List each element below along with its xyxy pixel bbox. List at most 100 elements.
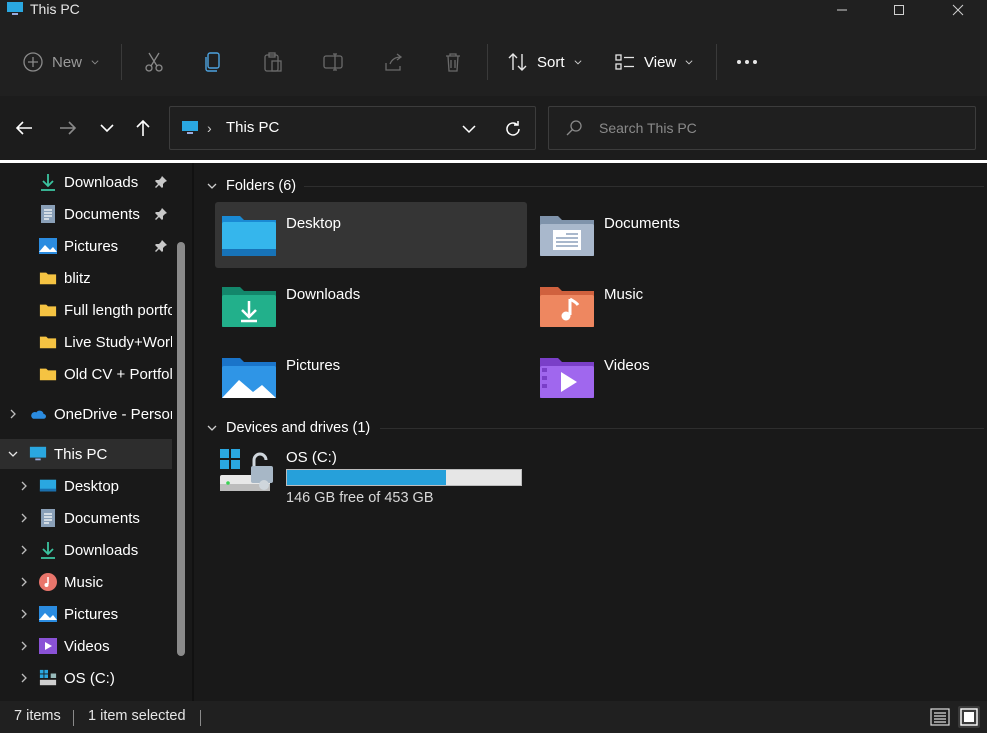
sidebar-item-blitz[interactable]: blitz xyxy=(0,263,172,293)
folders-group-header[interactable]: Folders (6) xyxy=(206,178,296,194)
folder-tile-desktop[interactable]: Desktop xyxy=(215,202,527,268)
pc-icon xyxy=(7,2,23,15)
downloads-folder-icon xyxy=(222,287,276,327)
details-view-button[interactable] xyxy=(929,706,951,728)
command-bar: New Sort View xyxy=(0,22,987,96)
pictures-icon xyxy=(38,236,58,256)
sort-icon xyxy=(508,53,527,71)
tiles-view-button[interactable] xyxy=(958,706,980,728)
maximize-button[interactable] xyxy=(876,0,922,20)
sidebar-item-live-study-work[interactable]: Live Study+Work xyxy=(0,327,172,357)
chevron-down-icon xyxy=(207,183,217,189)
refresh-icon[interactable] xyxy=(503,119,523,139)
sidebar-item-pc-videos[interactable]: Videos xyxy=(0,631,172,661)
selection-count: 1 item selected xyxy=(88,708,186,724)
pictures-folder-icon xyxy=(222,358,276,398)
minimize-button[interactable] xyxy=(819,0,865,20)
close-button[interactable] xyxy=(935,0,981,20)
sidebar-item-onedrive[interactable]: OneDrive - Personal xyxy=(0,399,172,429)
share-button[interactable] xyxy=(382,42,404,82)
more-icon xyxy=(737,60,757,64)
chevron-down-icon xyxy=(685,60,693,65)
trash-icon xyxy=(446,53,460,72)
sort-button[interactable]: Sort xyxy=(507,42,583,82)
delete-button[interactable] xyxy=(442,42,464,82)
folder-tile-music[interactable]: Music xyxy=(533,273,845,339)
drive-tile-os-c[interactable]: OS (C:) 146 GB free of 453 GB xyxy=(214,446,534,516)
chevron-right-icon[interactable] xyxy=(18,480,30,492)
chevron-down-icon xyxy=(207,425,217,431)
drive-free-space: 146 GB free of 453 GB xyxy=(286,490,434,506)
address-row: › This PC Search This PC xyxy=(0,96,987,160)
folder-tile-documents[interactable]: Documents xyxy=(533,202,845,268)
folder-tile-pictures[interactable]: Pictures xyxy=(215,344,527,410)
details-view-icon xyxy=(930,708,950,726)
copy-icon xyxy=(205,52,220,72)
chevron-right-icon[interactable] xyxy=(7,408,19,420)
chevron-right-icon[interactable] xyxy=(18,576,30,588)
chevron-right-icon[interactable] xyxy=(18,640,30,652)
new-button[interactable]: New xyxy=(22,42,100,82)
chevron-down-icon[interactable] xyxy=(7,448,19,460)
sort-label: Sort xyxy=(537,53,565,71)
arrow-up-icon xyxy=(136,119,150,136)
chevron-right-icon[interactable] xyxy=(18,512,30,524)
chevron-down-icon xyxy=(100,124,114,133)
sidebar-item-pc-downloads[interactable]: Downloads xyxy=(0,535,172,565)
rename-button[interactable] xyxy=(322,42,344,82)
paste-button[interactable] xyxy=(262,42,284,82)
folder-icon xyxy=(38,300,58,320)
chevron-right-icon[interactable] xyxy=(18,608,30,620)
sidebar-scrollbar[interactable] xyxy=(177,242,185,656)
drives-group-header[interactable]: Devices and drives (1) xyxy=(206,420,370,436)
recent-locations-button[interactable] xyxy=(95,116,119,140)
chevron-right-icon[interactable] xyxy=(18,544,30,556)
drive-usage-bar xyxy=(286,469,522,486)
group-divider xyxy=(380,428,984,429)
copy-button[interactable] xyxy=(202,42,224,82)
documents-icon xyxy=(38,508,58,528)
search-input[interactable]: Search This PC xyxy=(548,106,976,150)
chevron-right-icon[interactable] xyxy=(18,672,30,684)
navigation-pane: Downloads Documents Pictures blitz Full … xyxy=(0,163,192,701)
chevron-down-icon xyxy=(91,60,99,65)
sidebar-item-full-length-portfolio[interactable]: Full length portfolio xyxy=(0,295,172,325)
pc-icon xyxy=(182,121,198,134)
address-bar[interactable]: › This PC xyxy=(169,106,536,150)
drive-icon xyxy=(220,449,273,491)
up-button[interactable] xyxy=(131,116,155,140)
arrow-right-icon xyxy=(60,121,77,135)
sidebar-item-downloads[interactable]: Downloads xyxy=(0,167,172,197)
clipboard-icon xyxy=(264,52,282,72)
search-placeholder: Search This PC xyxy=(599,120,697,136)
sidebar-item-pc-music[interactable]: Music xyxy=(0,567,172,597)
chevron-down-icon[interactable] xyxy=(460,120,478,138)
videos-folder-icon xyxy=(540,358,594,398)
drive-icon xyxy=(38,668,58,688)
breadcrumb[interactable]: This PC xyxy=(226,119,279,136)
content-pane: Folders (6) Desktop Documents Downloads … xyxy=(194,163,987,701)
folder-tile-videos[interactable]: Videos xyxy=(533,344,845,410)
sidebar-item-old-cv-portfolio[interactable]: Old CV + Portfolio xyxy=(0,359,172,389)
more-options-button[interactable] xyxy=(736,42,758,82)
sidebar-item-pc-documents[interactable]: Documents xyxy=(0,503,172,533)
cut-button[interactable] xyxy=(143,42,165,82)
sidebar-item-pc-pictures[interactable]: Pictures xyxy=(0,599,172,629)
forward-button[interactable] xyxy=(56,116,80,140)
plus-circle-icon xyxy=(23,52,43,72)
sidebar-item-this-pc[interactable]: This PC xyxy=(0,439,172,469)
sidebar-item-documents[interactable]: Documents xyxy=(0,199,172,229)
view-button[interactable]: View xyxy=(614,42,694,82)
pin-icon xyxy=(155,176,167,188)
sidebar-item-pc-desktop[interactable]: Desktop xyxy=(0,471,172,501)
sidebar-item-pc-os-drive[interactable]: OS (C:) xyxy=(0,663,172,693)
status-bar: 7 items 1 item selected xyxy=(0,701,987,733)
pin-icon xyxy=(155,208,167,220)
breadcrumb-separator: › xyxy=(207,120,212,136)
onedrive-icon xyxy=(28,404,48,424)
back-button[interactable] xyxy=(12,116,36,140)
folder-tile-downloads[interactable]: Downloads xyxy=(215,273,527,339)
sidebar-item-pictures[interactable]: Pictures xyxy=(0,231,172,261)
desktop-folder-icon xyxy=(222,216,276,256)
arrow-left-icon xyxy=(15,121,32,135)
